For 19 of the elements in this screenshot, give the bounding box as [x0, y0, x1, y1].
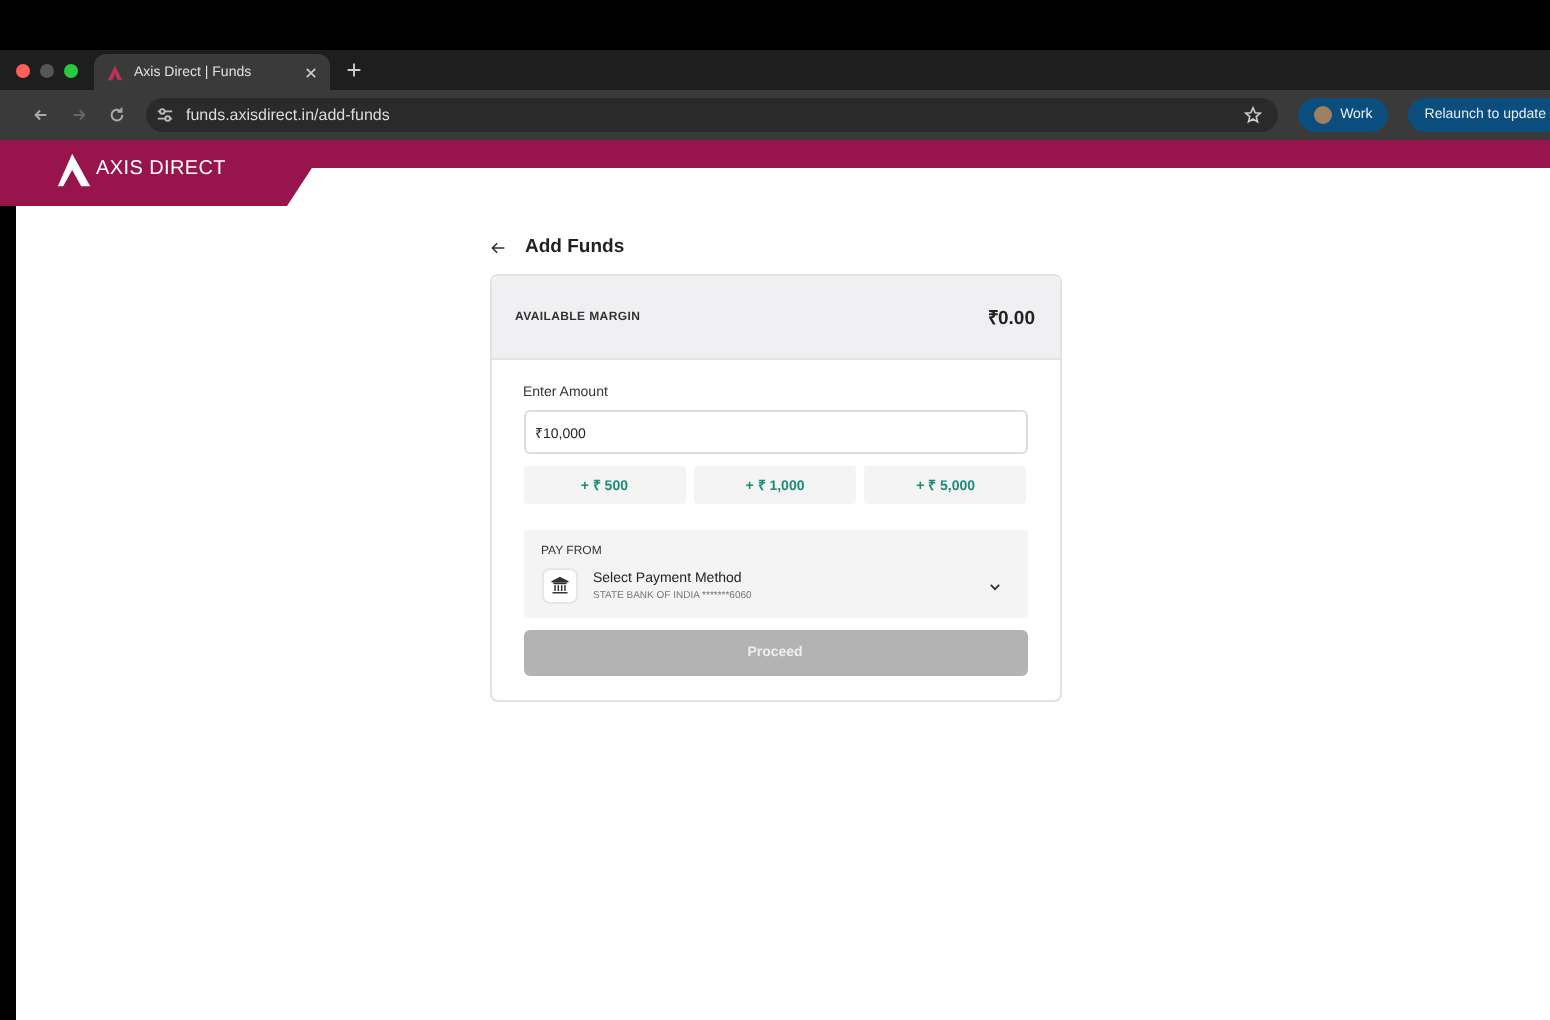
logo-banner[interactable]: AXIS DIRECT — [0, 140, 312, 206]
avatar-icon — [1314, 106, 1333, 124]
logo-icon — [56, 151, 92, 187]
logo-icon — [106, 63, 124, 81]
bank-icon — [541, 568, 577, 604]
new-tab-icon[interactable] — [346, 62, 362, 78]
close-icon[interactable] — [304, 65, 318, 79]
site-settings-icon[interactable] — [156, 106, 174, 124]
reload-icon[interactable] — [108, 106, 126, 124]
chevron-down-icon — [987, 579, 1001, 593]
back-arrow-icon[interactable] — [489, 239, 505, 255]
logo-text: AXIS DIRECT — [96, 158, 226, 180]
close-window-icon[interactable] — [16, 63, 30, 77]
page-title: Add Funds — [525, 236, 625, 258]
bookmark-star-icon[interactable] — [1244, 106, 1263, 124]
back-icon[interactable] — [32, 106, 50, 124]
address-bar[interactable]: funds.axisdirect.in/add-funds — [146, 98, 1279, 132]
maximize-window-icon[interactable] — [64, 63, 78, 77]
margin-value: ₹0.00 — [988, 306, 1035, 330]
